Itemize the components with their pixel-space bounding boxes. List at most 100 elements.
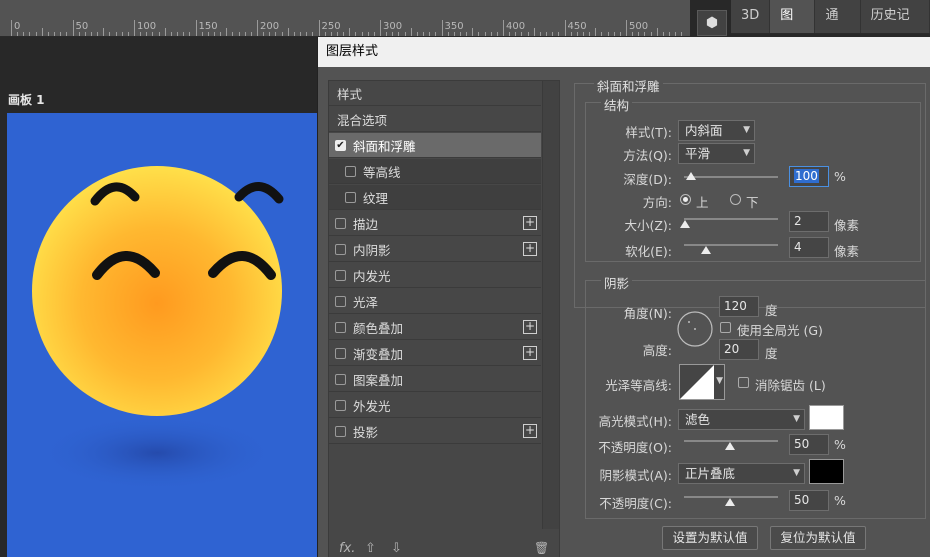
- move-up-icon[interactable]: ⇧: [365, 541, 376, 556]
- ruler-minor-tick: [355, 32, 357, 36]
- method-select[interactable]: 平滑 ▼: [678, 143, 755, 164]
- highlight-opacity-input[interactable]: 50: [789, 434, 829, 455]
- style-list-item[interactable]: 内阴影 +: [329, 237, 541, 262]
- style-list-item-label: 光泽: [353, 294, 379, 310]
- checkbox[interactable]: [335, 399, 346, 411]
- highlight-color-swatch[interactable]: [809, 405, 844, 430]
- soften-input[interactable]: 4: [789, 237, 829, 258]
- ruler-minor-tick: [429, 32, 431, 36]
- shadow-color-swatch[interactable]: [809, 459, 844, 484]
- style-list-item[interactable]: 光泽: [329, 289, 541, 314]
- highlight-mode-select[interactable]: 滤色 ▼: [678, 409, 805, 430]
- style-list-item[interactable]: 外发光: [329, 393, 541, 418]
- size-slider[interactable]: [684, 218, 778, 220]
- artboard-canvas[interactable]: [7, 113, 317, 557]
- angle-dial[interactable]: [676, 310, 714, 348]
- size-input[interactable]: 2: [789, 211, 829, 232]
- trash-icon[interactable]: 🗑: [534, 541, 549, 555]
- direction-up-label: 上: [696, 195, 709, 210]
- shadow-opacity-input[interactable]: 50: [789, 490, 829, 511]
- workspace-icon[interactable]: ⬢: [697, 10, 727, 36]
- ruler-label: 100: [137, 21, 157, 32]
- checkbox[interactable]: [335, 425, 346, 437]
- add-effect-icon[interactable]: +: [523, 216, 537, 230]
- ruler-minor-tick: [416, 32, 418, 36]
- ruler-minor-tick: [656, 28, 658, 36]
- artboard-label: 画板 1: [8, 93, 45, 107]
- soften-slider-thumb[interactable]: [701, 246, 711, 254]
- ruler-minor-tick: [496, 32, 498, 36]
- panel-tab[interactable]: 通道: [815, 0, 861, 55]
- anti-alias-checkbox[interactable]: [738, 377, 749, 388]
- ruler-minor-tick: [398, 32, 400, 36]
- ruler-minor-tick: [220, 32, 222, 36]
- highlight-opacity-slider-thumb[interactable]: [725, 442, 735, 450]
- checkbox[interactable]: [345, 165, 356, 177]
- reset-default-button[interactable]: 复位为默认值: [770, 526, 866, 550]
- direction-up-radio[interactable]: [680, 194, 691, 205]
- ruler-minor-tick: [423, 32, 425, 36]
- ruler-minor-tick: [607, 32, 609, 36]
- ruler-minor-tick: [23, 32, 25, 36]
- global-light-checkbox[interactable]: [720, 322, 731, 333]
- style-list-item[interactable]: 纹理: [329, 185, 541, 210]
- style-list-item[interactable]: 描边 +: [329, 211, 541, 236]
- bevel-style-select[interactable]: 内斜面 ▼: [678, 120, 755, 141]
- panel-tab[interactable]: 3D: [731, 0, 771, 33]
- style-list-item[interactable]: 颜色叠加 +: [329, 315, 541, 340]
- add-effect-icon[interactable]: +: [523, 242, 537, 256]
- gloss-contour-picker[interactable]: ▼: [679, 364, 725, 400]
- ruler-minor-tick: [343, 32, 345, 36]
- add-effect-icon[interactable]: +: [523, 320, 537, 334]
- ruler-minor-tick: [490, 32, 492, 36]
- style-list-item[interactable]: 图案叠加: [329, 367, 541, 392]
- ruler-major-tick: [11, 20, 12, 36]
- depth-slider[interactable]: [684, 176, 778, 178]
- altitude-value: 20: [724, 342, 740, 356]
- checked-checkbox[interactable]: ✔: [335, 139, 346, 151]
- altitude-input[interactable]: 20: [719, 339, 759, 360]
- style-list-item[interactable]: ✔ 斜面和浮雕: [329, 133, 541, 158]
- fx-icon[interactable]: fx.: [339, 541, 355, 556]
- depth-slider-thumb[interactable]: [686, 172, 696, 180]
- style-list-item[interactable]: 等高线: [329, 159, 541, 184]
- style-list-scrollbar[interactable]: [542, 81, 559, 529]
- soften-slider[interactable]: [684, 244, 778, 246]
- ruler-minor-tick: [140, 32, 142, 36]
- size-slider-thumb[interactable]: [680, 220, 690, 228]
- shadow-mode-select[interactable]: 正片叠底 ▼: [678, 463, 805, 484]
- direction-down-radio[interactable]: [730, 194, 741, 205]
- ruler-minor-tick: [281, 32, 283, 36]
- checkbox[interactable]: [335, 243, 346, 255]
- checkbox[interactable]: [335, 269, 346, 281]
- depth-input[interactable]: 100: [789, 166, 829, 187]
- panel-tab[interactable]: 历史记录: [861, 0, 930, 55]
- checkbox[interactable]: [335, 295, 346, 307]
- shadow-opacity-slider-thumb[interactable]: [725, 498, 735, 506]
- checkbox[interactable]: [335, 217, 346, 229]
- highlight-opacity-value: 50: [794, 437, 810, 451]
- checkbox[interactable]: [335, 347, 346, 359]
- checkbox[interactable]: [335, 321, 346, 333]
- add-effect-icon[interactable]: +: [523, 424, 537, 438]
- style-list-item[interactable]: 混合选项: [329, 107, 541, 132]
- checkbox[interactable]: [345, 191, 356, 203]
- add-effect-icon[interactable]: +: [523, 346, 537, 360]
- style-list-item[interactable]: 渐变叠加 +: [329, 341, 541, 366]
- style-list-item[interactable]: 投影 +: [329, 419, 541, 444]
- style-list-item[interactable]: 样式: [329, 81, 541, 106]
- direction-down-label: 下: [746, 195, 759, 210]
- style-list-item-label: 样式: [337, 86, 363, 102]
- angle-input[interactable]: 120: [719, 296, 759, 317]
- style-list-item-label: 颜色叠加: [353, 320, 404, 336]
- move-down-icon[interactable]: ⇩: [391, 541, 402, 556]
- panel-tab[interactable]: 图层: [770, 0, 816, 55]
- dialog-title: 图层样式: [318, 37, 930, 67]
- checkbox[interactable]: [335, 373, 346, 385]
- ruler-minor-tick: [361, 32, 363, 36]
- ruler-minor-tick: [232, 32, 234, 36]
- style-list-item[interactable]: 内发光: [329, 263, 541, 288]
- make-default-button[interactable]: 设置为默认值: [662, 526, 758, 550]
- ruler-minor-tick: [41, 28, 43, 36]
- chevron-down-icon: ▼: [743, 125, 750, 135]
